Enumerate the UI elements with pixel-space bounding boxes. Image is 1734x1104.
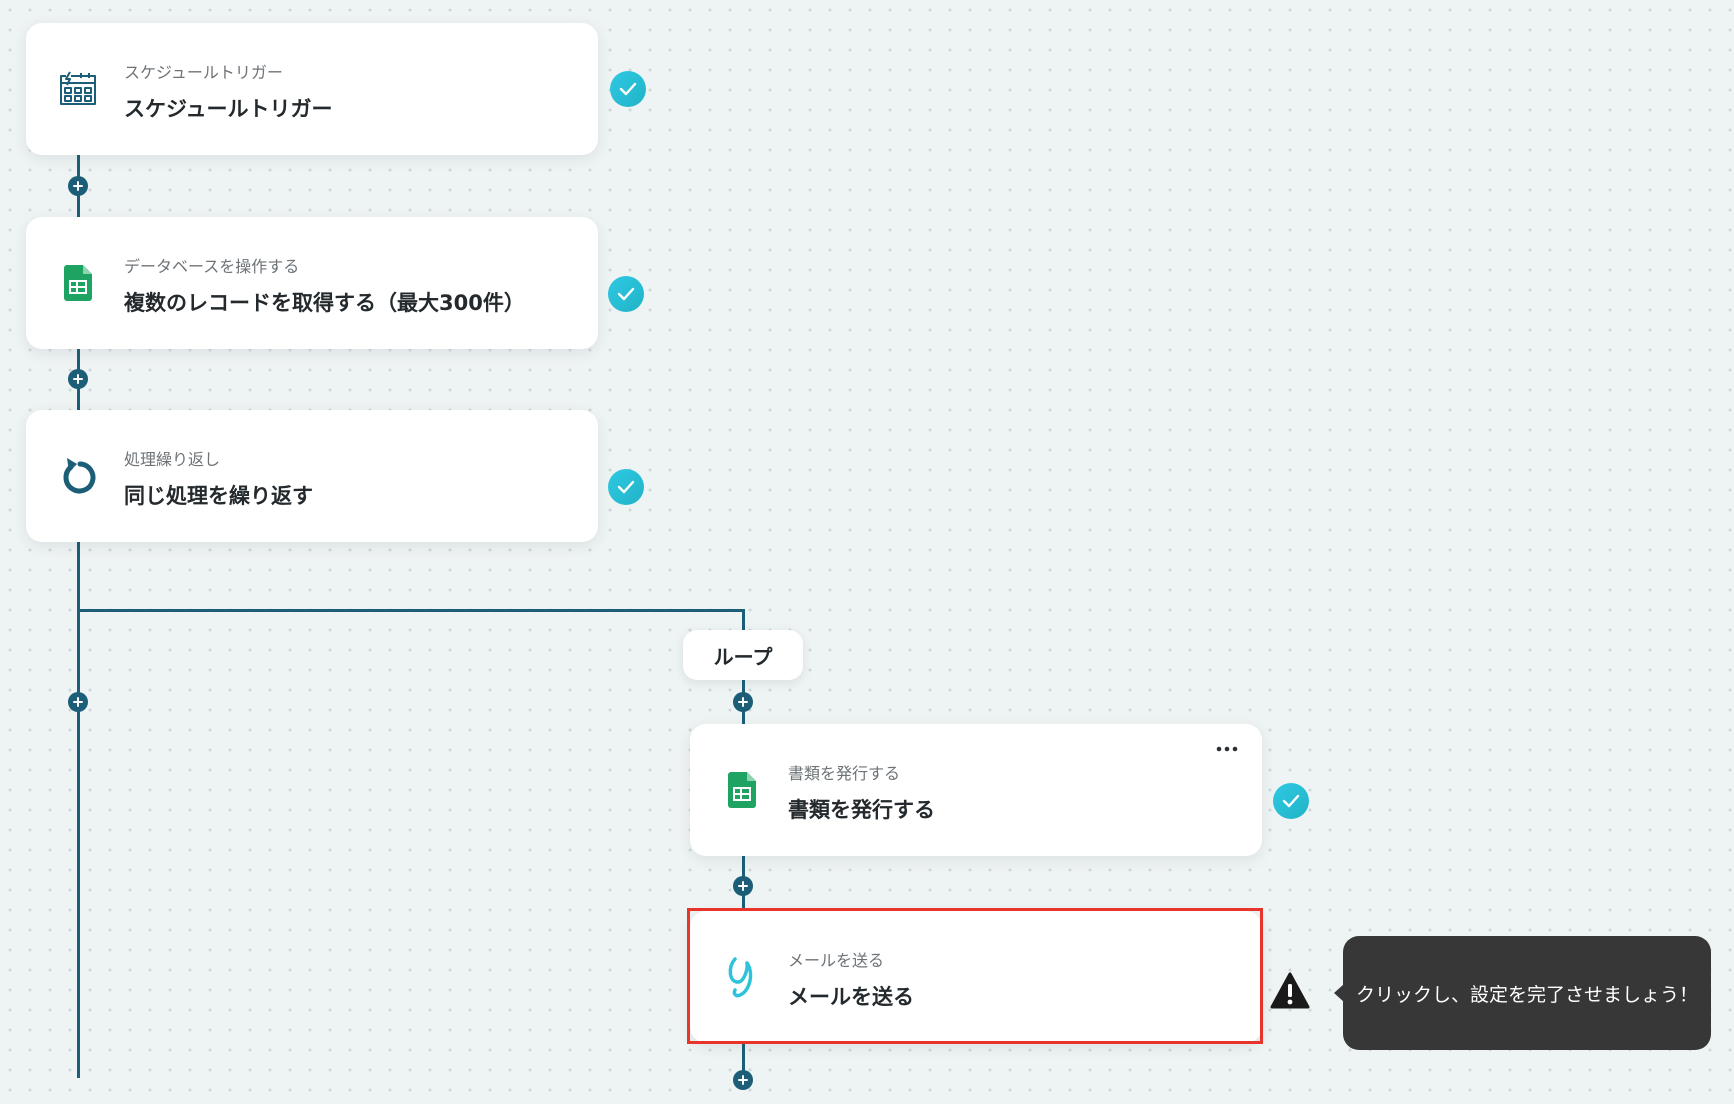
connector-main-3 — [77, 540, 80, 1078]
warning-icon — [1270, 972, 1310, 1010]
connector-loop-branch — [77, 609, 745, 612]
add-step-button[interactable] — [68, 692, 88, 712]
step-card-repeat[interactable]: 処理繰り返し 同じ処理を繰り返す — [26, 410, 598, 542]
add-step-button[interactable] — [68, 176, 88, 196]
step-title: 書類を発行する — [788, 798, 935, 822]
status-check-icon — [1273, 783, 1309, 819]
step-card-schedule-trigger[interactable]: スケジュールトリガー スケジュールトリガー — [26, 23, 598, 155]
add-loop-step-button[interactable] — [733, 876, 753, 896]
add-loop-step-button[interactable] — [733, 692, 753, 712]
step-title: 同じ処理を繰り返す — [124, 484, 313, 508]
status-check-icon — [610, 71, 646, 107]
status-check-icon — [608, 469, 644, 505]
step-card-get-records[interactable]: データベースを操作する 複数のレコードを取得する（最大300件） — [26, 217, 598, 349]
step-title: 複数のレコードを取得する（最大300件） — [124, 291, 525, 315]
more-options-icon[interactable] — [1212, 738, 1242, 760]
loop-repeat-icon — [56, 454, 100, 498]
status-check-icon — [608, 276, 644, 312]
add-step-button[interactable] — [68, 369, 88, 389]
schedule-trigger-icon — [56, 67, 100, 111]
loop-label[interactable]: ループ — [683, 630, 803, 680]
step-subtitle: データベースを操作する — [124, 257, 300, 276]
google-sheets-icon — [56, 261, 100, 305]
flow-canvas: スケジュールトリガー スケジュールトリガー データベースを操作する 複数のレコー… — [0, 0, 1734, 1104]
google-sheets-icon — [720, 768, 764, 812]
step-subtitle: 書類を発行する — [788, 764, 901, 783]
step-card-issue-document[interactable]: 書類を発行する 書類を発行する — [690, 724, 1262, 856]
tooltip-text: クリックし、設定を完了させましょう！ — [1355, 983, 1698, 1006]
setup-tooltip: クリックし、設定を完了させましょう！ — [1334, 936, 1711, 1050]
step-subtitle: スケジュールトリガー — [124, 63, 283, 82]
step-title: スケジュールトリガー — [124, 97, 333, 121]
add-loop-step-button[interactable] — [733, 1070, 753, 1090]
incomplete-step-highlight — [687, 908, 1263, 1044]
step-subtitle: 処理繰り返し — [124, 450, 221, 469]
connector-loop-down — [742, 609, 745, 631]
